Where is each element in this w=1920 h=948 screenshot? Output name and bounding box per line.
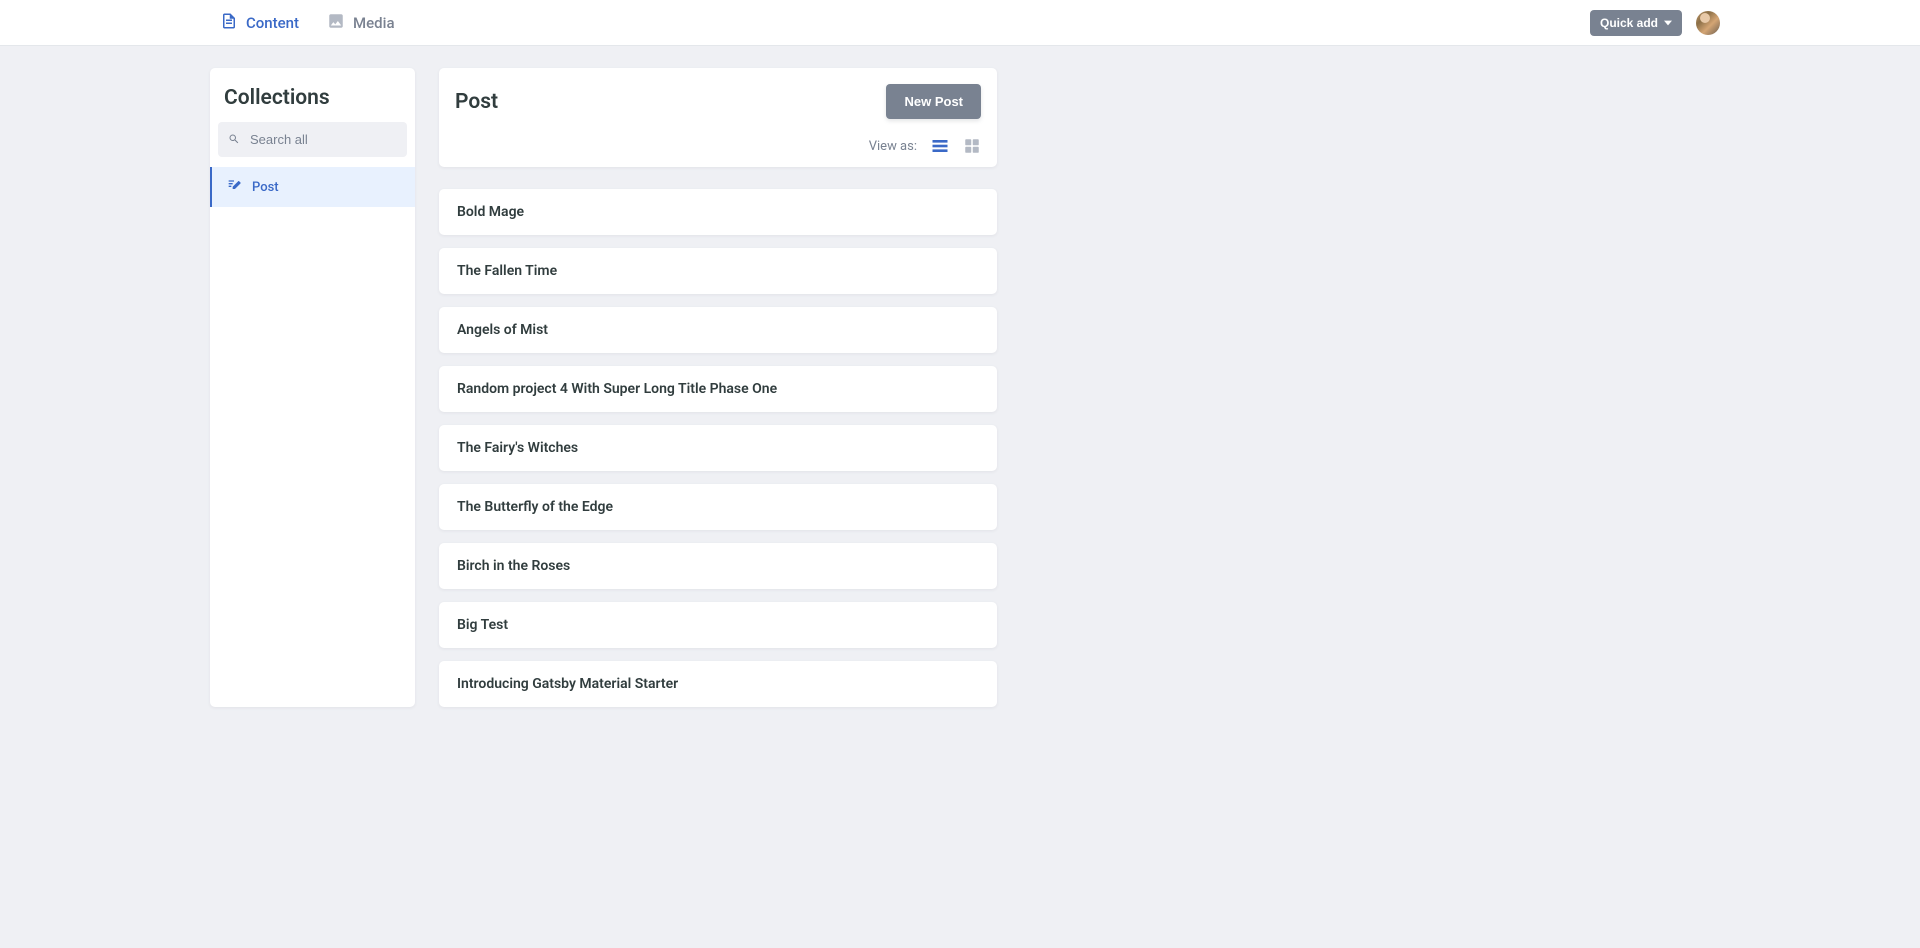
search-box[interactable] <box>218 122 407 157</box>
avatar[interactable] <box>1696 11 1720 35</box>
nav-content[interactable]: Content <box>220 2 299 44</box>
entry-card[interactable]: Big Test <box>439 602 997 648</box>
entry-title: The Fallen Time <box>457 263 557 279</box>
view-as-label: View as: <box>869 139 917 154</box>
quick-add-label: Quick add <box>1600 16 1658 30</box>
entry-title: Introducing Gatsby Material Starter <box>457 676 678 692</box>
document-icon <box>220 12 238 34</box>
new-post-button[interactable]: New Post <box>886 84 981 119</box>
entry-card[interactable]: Bold Mage <box>439 189 997 235</box>
entry-card[interactable]: The Fallen Time <box>439 248 997 294</box>
entry-title: Big Test <box>457 617 508 633</box>
entry-title: The Butterfly of the Edge <box>457 499 613 515</box>
entry-card[interactable]: The Fairy's Witches <box>439 425 997 471</box>
entry-list: Bold Mage The Fallen Time Angels of Mist… <box>439 189 997 707</box>
collection-header-top: Post New Post <box>455 84 981 119</box>
entry-card[interactable]: Birch in the Roses <box>439 543 997 589</box>
collection-header: Post New Post View as: <box>439 68 997 167</box>
nav-media[interactable]: Media <box>327 2 395 44</box>
sidebar-item-post[interactable]: Post <box>210 167 415 207</box>
nav-media-label: Media <box>353 14 395 32</box>
quick-add-button[interactable]: Quick add <box>1590 10 1682 36</box>
collection-title: Post <box>455 90 498 114</box>
entry-card[interactable]: The Butterfly of the Edge <box>439 484 997 530</box>
sidebar-item-label: Post <box>252 180 279 195</box>
entry-title: Angels of Mist <box>457 322 548 338</box>
main-content: Collections Post Post New Post View as: <box>0 46 1920 707</box>
entry-card[interactable]: Introducing Gatsby Material Starter <box>439 661 997 707</box>
search-input[interactable] <box>250 132 397 147</box>
app-header: Content Media Quick add <box>0 0 1920 46</box>
header-actions: Quick add <box>1590 10 1720 36</box>
header-nav: Content Media <box>220 2 395 44</box>
entry-card[interactable]: Random project 4 With Super Long Title P… <box>439 366 997 412</box>
entry-title: The Fairy's Witches <box>457 440 578 456</box>
entry-title: Random project 4 With Super Long Title P… <box>457 381 777 397</box>
entry-card[interactable]: Angels of Mist <box>439 307 997 353</box>
list-view-icon[interactable] <box>931 137 949 155</box>
chevron-down-icon <box>1664 16 1672 30</box>
image-icon <box>327 12 345 34</box>
grid-view-icon[interactable] <box>963 137 981 155</box>
view-controls: View as: <box>455 137 981 155</box>
search-wrap <box>210 122 415 167</box>
search-icon <box>228 130 240 149</box>
collection-column: Post New Post View as: Bold Mage The Fal… <box>439 68 997 707</box>
write-icon <box>226 177 242 197</box>
sidebar-title: Collections <box>210 68 415 122</box>
collections-sidebar: Collections Post <box>210 68 415 707</box>
entry-title: Birch in the Roses <box>457 558 570 574</box>
nav-content-label: Content <box>246 14 299 32</box>
entry-title: Bold Mage <box>457 204 524 220</box>
